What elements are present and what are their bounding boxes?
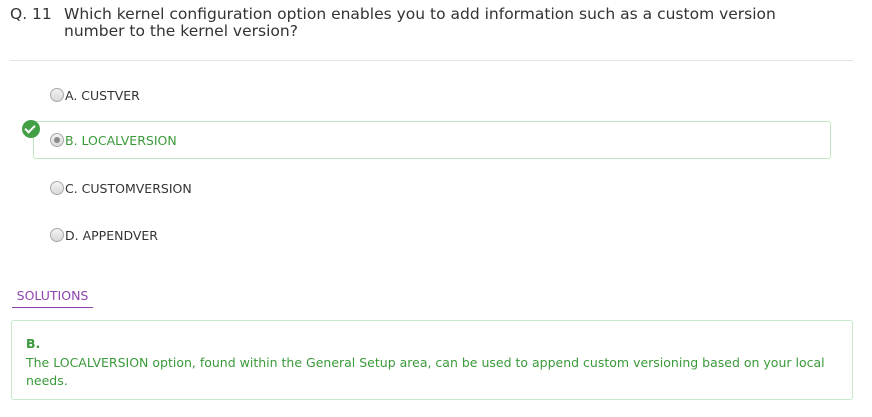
- option-d-radio[interactable]: [50, 228, 64, 242]
- option-c-radio[interactable]: [50, 181, 64, 195]
- divider: [10, 60, 853, 61]
- option-b-radio[interactable]: [50, 133, 64, 147]
- option-c-label: C. CUSTOMVERSION: [65, 180, 192, 196]
- option-b-label: B. LOCALVERSION: [65, 132, 177, 148]
- option-d-label: D. APPENDVER: [65, 227, 158, 243]
- solutions-tab[interactable]: SOLUTIONS: [12, 286, 93, 308]
- question: Q. 11 Which kernel configuration option …: [10, 6, 860, 40]
- option-a-label: A. CUSTVER: [65, 87, 140, 103]
- question-text: Which kernel configuration option enable…: [64, 5, 776, 40]
- option-b[interactable]: B. LOCALVERSION: [50, 130, 177, 150]
- option-a-radio[interactable]: [50, 88, 64, 102]
- option-d[interactable]: D. APPENDVER: [50, 225, 158, 245]
- solution-answer: B.: [26, 336, 41, 351]
- check-circle-icon: [22, 120, 40, 138]
- solution-explanation: The LOCALVERSION option, found within th…: [26, 355, 825, 388]
- solution-panel: B. The LOCALVERSION option, found within…: [11, 320, 853, 400]
- option-a[interactable]: A. CUSTVER: [50, 85, 140, 105]
- question-number: Q. 11: [10, 5, 52, 23]
- option-c[interactable]: C. CUSTOMVERSION: [50, 178, 192, 198]
